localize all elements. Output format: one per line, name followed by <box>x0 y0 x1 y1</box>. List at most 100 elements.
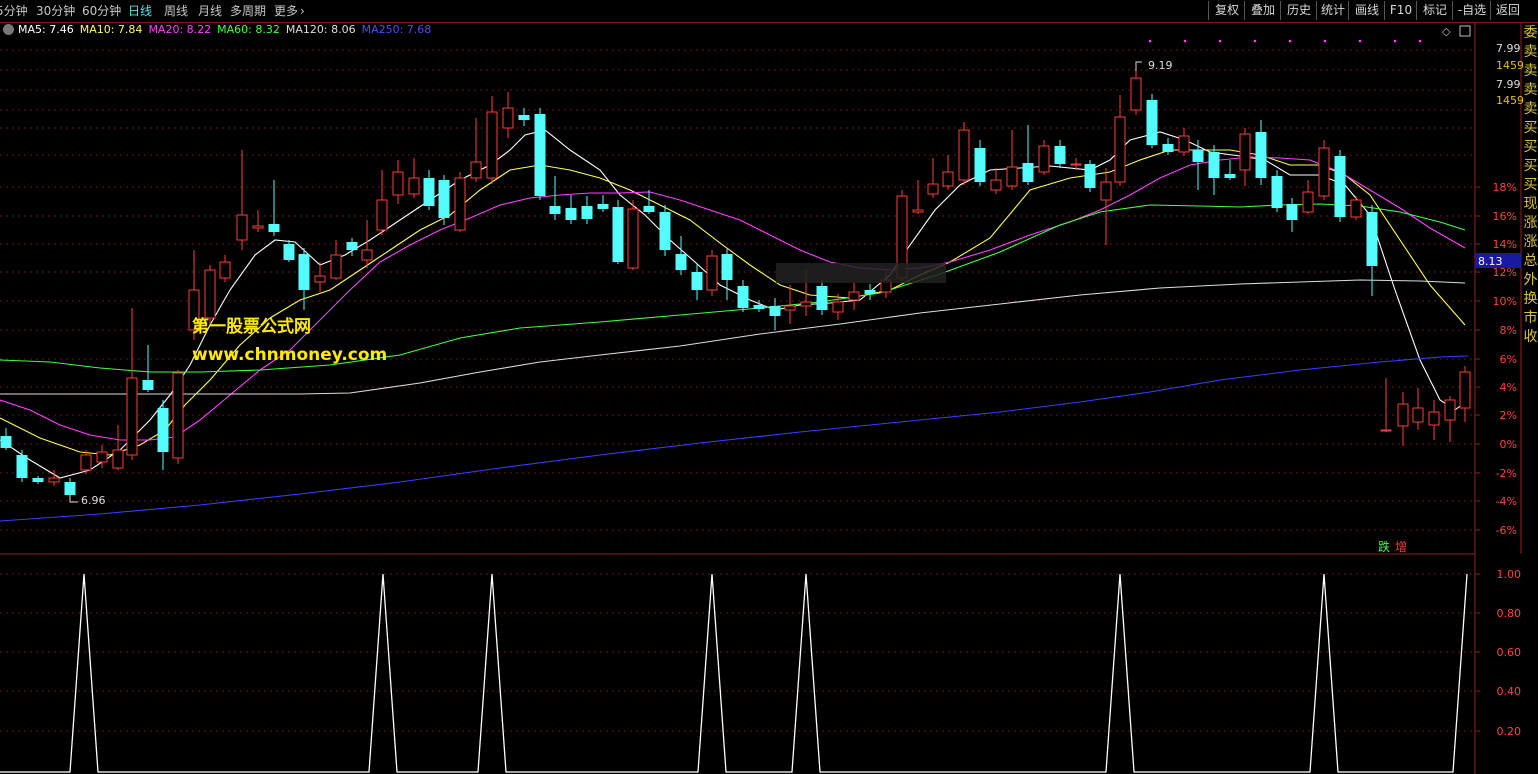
candle-down <box>549 176 561 220</box>
candle-up <box>1130 66 1142 115</box>
candle-up <box>1178 128 1190 156</box>
candle-up <box>1100 168 1112 245</box>
signal-dot <box>1323 39 1327 43</box>
candle-up <box>912 180 924 214</box>
candle-down <box>612 200 624 264</box>
high-price-label: 9.19 <box>1148 59 1173 72</box>
candle-up <box>172 370 184 464</box>
signal-dot <box>1358 39 1362 43</box>
candle-down <box>721 248 733 300</box>
kline-chart[interactable]: 18%16%14%12%10%8%6%4%2%0%-2%-4%-6% 1.000… <box>0 0 1538 774</box>
candle-down <box>518 108 530 126</box>
side-panel-label: 委 <box>1523 25 1538 41</box>
candle-up <box>112 425 124 470</box>
side-panel-label: 总 <box>1523 253 1538 269</box>
candle-up <box>1428 400 1440 440</box>
candle-up <box>219 255 231 282</box>
low-price-label: 6.96 <box>81 494 106 507</box>
side-panel-label: 换 <box>1523 291 1538 307</box>
side-panel-label: 现 <box>1523 196 1538 212</box>
candle-down <box>142 345 154 392</box>
indicator-tick-label: 0.60 <box>1497 646 1522 659</box>
side-panel-label: 涨 <box>1523 234 1538 250</box>
pct-tick-label: -4% <box>1496 495 1517 508</box>
indicator-grid <box>0 573 1480 732</box>
pct-tick-label: -6% <box>1496 524 1517 537</box>
candle-up <box>1459 366 1471 422</box>
side-panel-label: 市 <box>1523 310 1538 326</box>
down-tag: 跌 <box>1378 540 1391 554</box>
pct-axis: 18%16%14%12%10%8%6%4%2%0%-2%-4%-6% <box>1493 181 1517 537</box>
candle-up <box>1318 140 1330 200</box>
candle-down <box>1224 160 1236 180</box>
pct-tick-label: 8% <box>1500 324 1517 337</box>
pct-tick-label: 4% <box>1500 381 1517 394</box>
candle-down <box>597 195 609 212</box>
candle-down <box>659 205 671 256</box>
pct-tick-label: -2% <box>1496 467 1517 480</box>
signal-dot <box>1253 39 1257 43</box>
signal-dot <box>1148 39 1152 43</box>
indicator-axis: 1.00 0.80 0.60 0.40 0.20 <box>1497 568 1522 738</box>
candle-up <box>486 96 498 184</box>
candle-up <box>990 168 1002 194</box>
candle-down <box>157 400 169 470</box>
candle-down <box>16 450 28 482</box>
diamond-icon[interactable]: ◇ <box>1442 25 1451 38</box>
candle-up <box>1038 140 1050 175</box>
current-price-label: 8.13 <box>1478 255 1503 268</box>
candle-up <box>314 262 326 292</box>
candle-up <box>126 308 138 460</box>
candle-down <box>1255 120 1267 185</box>
candle-down <box>1146 94 1158 148</box>
candle-down <box>32 476 44 484</box>
side-panel-label: 买 <box>1523 120 1538 136</box>
candle-down <box>1208 145 1220 195</box>
candle-up <box>1412 388 1424 430</box>
ma-line <box>0 129 1469 479</box>
candle-down <box>438 175 450 225</box>
candle-up <box>80 450 92 474</box>
candle-down <box>565 195 577 224</box>
up-tag: 增 <box>1395 540 1408 554</box>
candle-up <box>927 158 939 198</box>
pct-tick-label: 16% <box>1493 210 1517 223</box>
quote-volume-1: 1459 <box>1496 59 1524 72</box>
hover-info-box <box>776 263 946 283</box>
candle-up <box>627 200 639 270</box>
signal-dot <box>1218 39 1222 43</box>
candle-down <box>1334 150 1346 222</box>
candle-down <box>534 108 546 200</box>
candle-down <box>268 180 280 236</box>
ma-line <box>0 149 1466 456</box>
candle-up <box>1239 128 1251 186</box>
side-panel-label: 卖 <box>1523 63 1538 79</box>
signal-dot <box>1288 39 1292 43</box>
candle-up <box>330 240 342 280</box>
candle-up <box>848 282 860 310</box>
candle-down <box>1054 140 1066 168</box>
window-toggle-icon[interactable] <box>1459 25 1471 37</box>
candle-up <box>502 92 514 138</box>
candle-down <box>737 280 749 312</box>
candle-down <box>1271 170 1283 212</box>
candle-up <box>958 122 970 185</box>
side-panel-label: 涨 <box>1523 215 1538 231</box>
quote-price-1: 7.99 <box>1496 42 1521 55</box>
candle-up <box>376 170 388 235</box>
candle-up <box>942 155 954 190</box>
candle-down <box>423 170 435 210</box>
side-panel-label: 卖 <box>1523 44 1538 60</box>
quote-volume-2: 1459 <box>1496 94 1524 107</box>
candle-up <box>1397 392 1409 446</box>
side-panel-label: 卖 <box>1523 82 1538 98</box>
side-panel-label: 外 <box>1523 272 1538 288</box>
candle-down <box>691 264 703 300</box>
pct-tick-label: 14% <box>1493 238 1517 251</box>
side-panel-label: 买 <box>1523 139 1538 155</box>
candle-down <box>1366 205 1378 296</box>
candle-up <box>470 118 482 182</box>
indicator-tick-label: 0.20 <box>1497 725 1522 738</box>
side-panel-label: 买 <box>1523 158 1538 174</box>
watermark-title: 第一股票公式网 <box>192 317 311 337</box>
